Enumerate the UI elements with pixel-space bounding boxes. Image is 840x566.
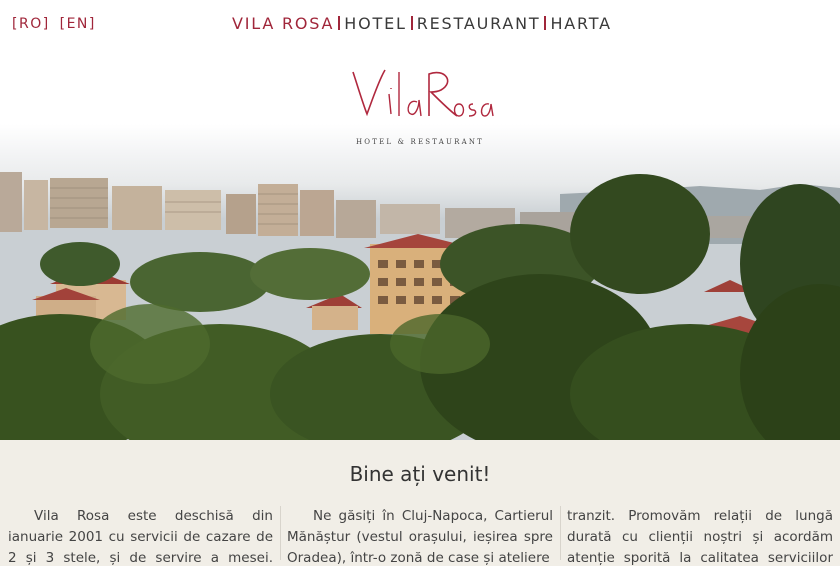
nav-harta[interactable]: HARTA <box>550 14 611 33</box>
nav-separator <box>410 16 413 30</box>
welcome-column-1: Vila Rosa este deschisă din ianuarie 200… <box>8 508 273 566</box>
lang-en-link[interactable]: [EN] <box>60 16 96 32</box>
nav-vila-rosa[interactable]: VILA ROSA <box>232 14 334 33</box>
main-nav: VILA ROSA HOTEL RESTAURANT HARTA <box>232 14 612 33</box>
language-switcher: [RO] [EN] <box>12 16 96 32</box>
nav-separator <box>338 16 341 30</box>
column-divider <box>280 506 281 560</box>
nav-hotel[interactable]: HOTEL <box>344 14 406 33</box>
lang-ro-link[interactable]: [RO] <box>12 16 50 32</box>
nav-restaurant[interactable]: RESTAURANT <box>417 14 541 33</box>
welcome-heading: Bine ați venit! <box>349 462 491 486</box>
nav-separator <box>544 16 547 30</box>
top-bar: [RO] [EN] VILA ROSA HOTEL RESTAURANT HARTA <box>0 0 840 44</box>
logo-script-image <box>352 69 494 117</box>
hero-banner: HOTEL & RESTAURANT <box>0 44 840 440</box>
logo-subtitle: HOTEL & RESTAURANT <box>355 138 485 146</box>
vila-rosa-logo[interactable] <box>0 64 840 124</box>
welcome-column-3: tranzit. Promovăm relații de lungă durat… <box>567 508 833 566</box>
welcome-column-2: Ne găsiți în Cluj-Napoca, Cartierul Mănă… <box>287 508 553 566</box>
column-divider <box>560 506 561 560</box>
